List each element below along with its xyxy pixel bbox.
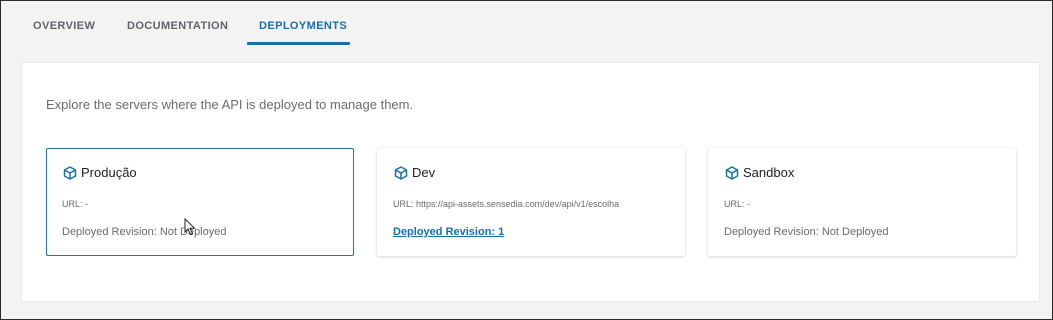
card-url: URL: -: [62, 199, 89, 209]
card-header: Dev: [394, 165, 435, 180]
card-header: Produção: [63, 165, 137, 180]
tab-documentation[interactable]: DOCUMENTATION: [127, 20, 228, 32]
cube-icon: [63, 165, 77, 180]
card-header: Sandbox: [725, 165, 794, 180]
deployed-revision-link[interactable]: Deployed Revision: 1: [393, 226, 504, 238]
card-title: Sandbox: [743, 165, 795, 180]
deployments-panel: Explore the servers where the API is dep…: [21, 62, 1040, 302]
card-revision: Deployed Revision: Not Deployed: [62, 226, 227, 238]
cube-icon: [394, 165, 408, 180]
tab-bar: OVERVIEW DOCUMENTATION DEPLOYMENTS: [1, 1, 1052, 47]
server-card-producao[interactable]: Produção URL: - Deployed Revision: Not D…: [46, 148, 354, 256]
tab-overview[interactable]: OVERVIEW: [33, 20, 95, 32]
card-url: URL: https://api-assets.sensedia.com/dev…: [393, 199, 620, 209]
deployments-view: OVERVIEW DOCUMENTATION DEPLOYMENTS Explo…: [0, 0, 1053, 320]
active-tab-indicator: [247, 42, 350, 45]
card-revision: Deployed Revision: Not Deployed: [724, 226, 889, 238]
server-card-dev[interactable]: Dev URL: https://api-assets.sensedia.com…: [377, 148, 685, 256]
card-title: Produção: [81, 165, 137, 180]
server-card-sandbox[interactable]: Sandbox URL: - Deployed Revision: Not De…: [708, 148, 1016, 256]
intro-text: Explore the servers where the API is dep…: [46, 97, 414, 112]
cube-icon: [725, 165, 739, 180]
mouse-cursor-icon: [184, 218, 196, 236]
card-title: Dev: [412, 165, 436, 180]
card-url: URL: -: [724, 199, 751, 209]
tab-deployments[interactable]: DEPLOYMENTS: [259, 20, 347, 32]
